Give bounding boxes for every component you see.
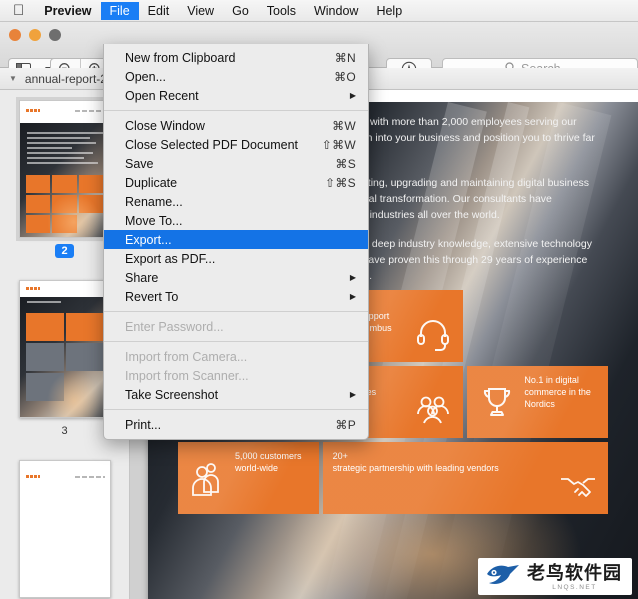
thumbnail-item-4[interactable]: [0, 438, 129, 598]
handshake-icon: [558, 465, 598, 505]
zoom-button[interactable]: [49, 29, 61, 41]
window-controls: [9, 29, 61, 41]
thumb-logo-icon: [26, 109, 40, 112]
watermark-title: 老鸟软件园: [527, 564, 622, 582]
menu-item-import-from-camera: Import from Camera...: [104, 347, 368, 366]
apple-logo-icon[interactable]: : [0, 3, 35, 18]
menu-item-enter-password: Enter Password...: [104, 317, 368, 336]
thumb-header-text: [75, 110, 105, 112]
minimize-button[interactable]: [29, 29, 41, 41]
thumb-text-lines: [27, 132, 103, 167]
bird-logo-icon: [486, 563, 520, 592]
menu-separator: [104, 341, 368, 342]
menu-bar:  Preview File Edit View Go Tools Window…: [0, 0, 638, 22]
thumb-body: [20, 297, 110, 418]
menu-item-new-from-clipboard[interactable]: New from Clipboard ⌘N: [104, 48, 368, 67]
thumb-header-text: [75, 476, 105, 478]
menu-view[interactable]: View: [178, 2, 223, 20]
menu-separator: [104, 409, 368, 410]
thumbnail-image[interactable]: [19, 280, 111, 418]
menu-edit[interactable]: Edit: [139, 2, 179, 20]
stat-card: 5,000 customers world-wide: [178, 442, 319, 514]
people-group-icon: [413, 389, 453, 429]
thumb-glow: [47, 370, 101, 418]
thumbnail-page-label: 3: [55, 424, 73, 438]
thumb-header: [20, 101, 110, 123]
file-menu-dropdown[interactable]: New from Clipboard ⌘N Open... ⌘O Open Re…: [103, 44, 369, 440]
path-filename[interactable]: annual-report-20: [25, 72, 114, 86]
thumbnail-image[interactable]: [19, 100, 111, 238]
thumb-header: [20, 281, 110, 297]
stat-card: 20+ strategic partnership with leading v…: [323, 442, 608, 514]
thumbnail-image[interactable]: [19, 460, 111, 598]
stat-card-number: 5,000: [235, 451, 258, 461]
thumb-text-lines: [27, 301, 103, 306]
menu-item-export-as-pdf[interactable]: Export as PDF...: [104, 249, 368, 268]
menu-item-duplicate[interactable]: Duplicate ⇧⌘S: [104, 173, 368, 192]
thumb-glow: [47, 193, 101, 238]
menu-preview[interactable]: Preview: [35, 2, 100, 20]
thumb-logo-icon: [26, 475, 40, 478]
menu-item-print[interactable]: Print... ⌘P: [104, 415, 368, 434]
close-button[interactable]: [9, 29, 21, 41]
menu-help[interactable]: Help: [367, 2, 411, 20]
menu-item-rename[interactable]: Rename...: [104, 192, 368, 211]
menu-window[interactable]: Window: [305, 2, 367, 20]
menu-file[interactable]: File: [101, 2, 139, 20]
stat-card-text: No.1 in digital commerce in the Nordics: [524, 375, 591, 409]
menu-item-export[interactable]: Export...: [104, 230, 368, 249]
menu-item-take-screenshot[interactable]: Take Screenshot ▶: [104, 385, 368, 404]
menu-tools[interactable]: Tools: [258, 2, 305, 20]
menu-item-close-window[interactable]: Close Window ⌘W: [104, 116, 368, 135]
trophy-icon: [477, 382, 517, 422]
menu-separator: [104, 311, 368, 312]
submenu-arrow-icon: ▶: [350, 273, 356, 282]
menu-item-share[interactable]: Share ▶: [104, 268, 368, 287]
stat-card-text: strategic partnership with leading vendo…: [333, 463, 551, 475]
thumbnail-page-label: 2: [55, 244, 73, 258]
stat-card: No.1 in digital commerce in the Nordics: [467, 366, 608, 438]
preview-window: age 2 of 104)▼ Search ▼ annual-report-20: [0, 22, 638, 599]
menu-item-move-to[interactable]: Move To...: [104, 211, 368, 230]
triangle-down-icon[interactable]: ▼: [9, 74, 17, 83]
headset-icon: [413, 313, 453, 353]
thumb-logo-icon: [26, 287, 40, 290]
watermark-subtitle: LNQS.NET: [552, 584, 597, 591]
menu-item-revert-to[interactable]: Revert To ▶: [104, 287, 368, 306]
thumb-header: [20, 461, 110, 501]
people-pair-icon: [188, 458, 228, 498]
submenu-arrow-icon: ▶: [350, 292, 356, 301]
menu-item-save[interactable]: Save ⌘S: [104, 154, 368, 173]
submenu-arrow-icon: ▶: [350, 91, 356, 100]
menu-item-close-selected-pdf-document[interactable]: Close Selected PDF Document ⇧⌘W: [104, 135, 368, 154]
menu-separator: [104, 110, 368, 111]
menu-item-open-recent[interactable]: Open Recent ▶: [104, 86, 368, 105]
watermark: 老鸟软件园 LNQS.NET: [478, 558, 632, 595]
menu-item-open[interactable]: Open... ⌘O: [104, 67, 368, 86]
menu-item-import-from-scanner: Import from Scanner...: [104, 366, 368, 385]
submenu-arrow-icon: ▶: [350, 390, 356, 399]
thumb-body: [20, 123, 110, 238]
menu-go[interactable]: Go: [223, 2, 258, 20]
stat-card-number: 20+: [333, 451, 551, 463]
